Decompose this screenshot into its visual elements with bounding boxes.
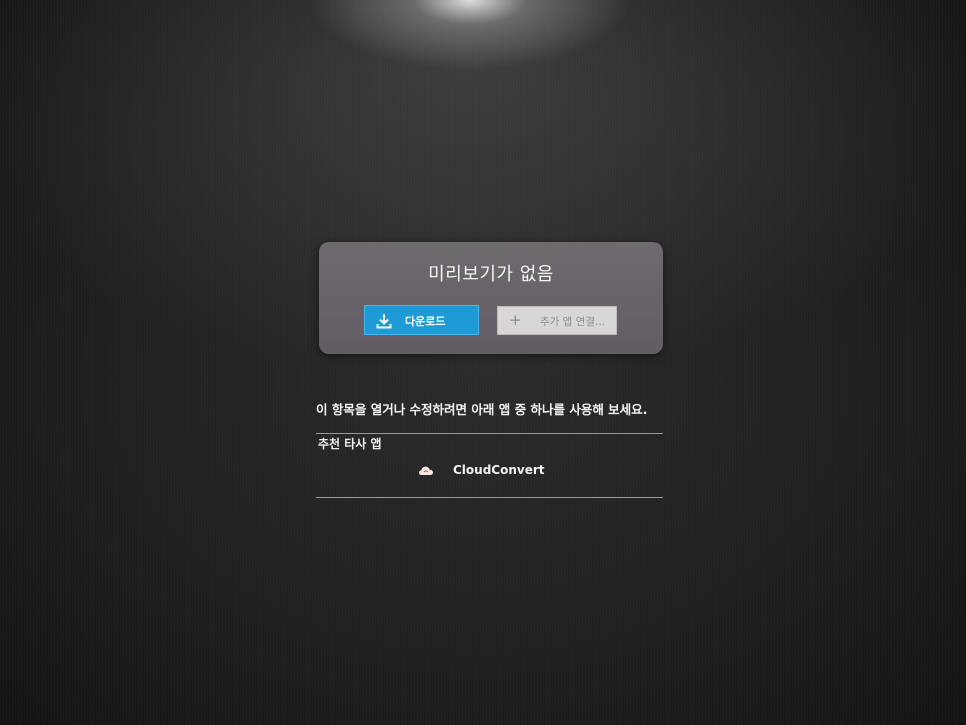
no-preview-card: 미리보기가 없음 다운로드 + 추가 앱 연결... <box>319 242 663 354</box>
recommended-apps-heading: 추천 타사 앱 <box>318 437 382 451</box>
screen-background <box>0 0 966 725</box>
app-item-cloudconvert[interactable]: CloudConvert <box>414 460 554 482</box>
divider <box>316 433 663 434</box>
instruction-text: 이 항목을 열거나 수정하려면 아래 앱 중 하나를 사용해 보세요. <box>316 402 648 417</box>
download-button-label: 다운로드 <box>405 315 446 328</box>
cloud-icon <box>418 466 433 475</box>
download-icon <box>376 314 392 329</box>
connect-more-apps-button[interactable]: + 추가 앱 연결... <box>497 306 617 335</box>
app-name: CloudConvert <box>453 463 545 477</box>
download-button[interactable]: 다운로드 <box>364 305 479 335</box>
no-preview-title: 미리보기가 없음 <box>428 264 554 285</box>
divider <box>316 497 663 498</box>
plus-icon: + <box>509 311 522 329</box>
connect-more-apps-label: 추가 앱 연결... <box>540 316 605 328</box>
